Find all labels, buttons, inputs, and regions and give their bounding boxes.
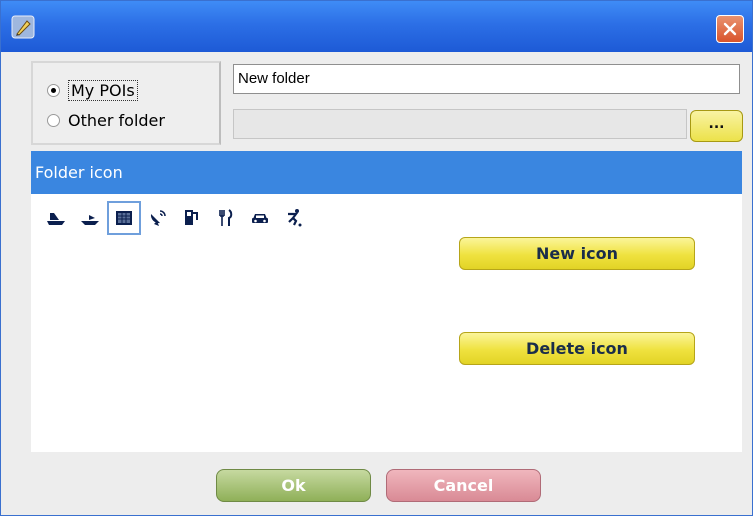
folder-path-input[interactable]: [233, 109, 687, 139]
title-bar[interactable]: [1, 1, 752, 52]
boat-icon[interactable]: [73, 201, 107, 235]
radio-other-folder[interactable]: Other folder: [47, 111, 165, 130]
pen-icon: [11, 15, 35, 39]
dialog-body: My POIs Other folder New folder ... Fold…: [1, 52, 752, 515]
cancel-button[interactable]: Cancel: [386, 469, 541, 502]
panel-header: Folder icon: [31, 151, 742, 194]
grid-icon[interactable]: [107, 201, 141, 235]
radio-button-checked[interactable]: [47, 84, 60, 97]
new-icon-button[interactable]: New icon: [459, 237, 695, 270]
radio-my-pois[interactable]: My POIs: [47, 80, 138, 101]
radio-label-other-folder: Other folder: [68, 111, 165, 130]
ship-icon[interactable]: [39, 201, 73, 235]
folder-icon-panel: Folder icon New icon Delete icon: [31, 151, 742, 452]
skier-icon[interactable]: [277, 201, 311, 235]
car-icon[interactable]: [243, 201, 277, 235]
folder-choice-group: My POIs Other folder: [31, 61, 221, 145]
delete-icon-button[interactable]: Delete icon: [459, 332, 695, 365]
radio-button-unchecked[interactable]: [47, 114, 60, 127]
icon-list: [39, 201, 311, 235]
fuel-pump-icon[interactable]: [175, 201, 209, 235]
dialog-window: My POIs Other folder New folder ... Fold…: [0, 0, 753, 516]
folder-name-input[interactable]: New folder: [233, 64, 740, 94]
browse-button[interactable]: ...: [690, 110, 743, 142]
close-icon: [723, 22, 737, 36]
restaurant-icon[interactable]: [209, 201, 243, 235]
ok-button[interactable]: Ok: [216, 469, 371, 502]
close-button[interactable]: [716, 15, 744, 43]
radio-label-my-pois: My POIs: [68, 80, 138, 101]
satellite-dish-icon[interactable]: [141, 201, 175, 235]
